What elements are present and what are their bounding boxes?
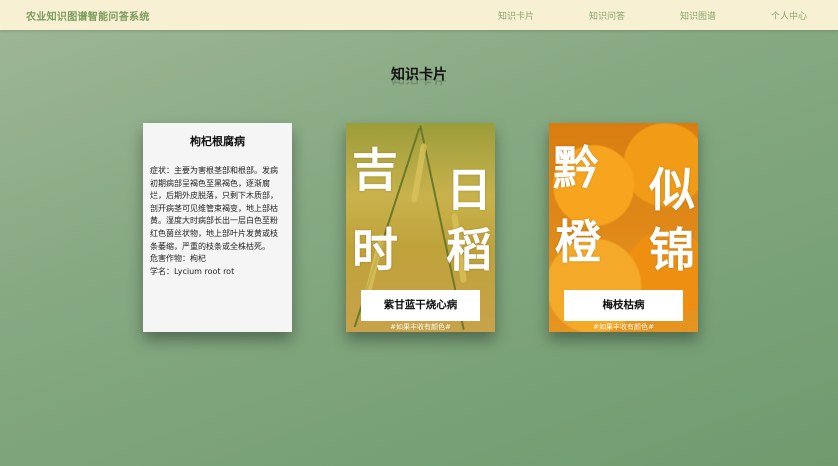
knowledge-card-cabbage-tipburn[interactable]: 吉 日 时 稻 紫甘蓝干烧心病 #如果丰收有颜色#: [346, 123, 495, 332]
card-hashtag: #如果丰收有颜色#: [593, 323, 654, 331]
top-navbar: 农业知识图谱智能问答系统 知识卡片 知识问答 知识图谱 个人中心: [0, 0, 838, 30]
poster-char: 黔: [553, 141, 599, 195]
poster-char: 日: [446, 163, 492, 217]
poster-char: 时: [352, 223, 398, 277]
poster-char: 吉: [352, 143, 398, 197]
app-brand[interactable]: 农业知识图谱智能问答系统: [26, 8, 150, 23]
card-title: 枸杞根腐病: [190, 135, 245, 148]
poster-char: 锦: [649, 223, 695, 277]
rice-grain: [410, 142, 428, 204]
card-title: 梅枝枯病: [564, 290, 683, 321]
nav-knowledge-cards[interactable]: 知识卡片: [498, 9, 534, 22]
page-title-reflection: 知识卡片: [0, 78, 838, 88]
poster-char: 稻: [446, 223, 492, 277]
nav-knowledge-graph[interactable]: 知识图谱: [680, 9, 716, 22]
nav-user-center[interactable]: 个人中心: [771, 9, 807, 22]
card-title: 紫甘蓝干烧心病: [361, 290, 480, 321]
card-hashtag: #如果丰收有颜色#: [390, 323, 451, 331]
card-crop: 危害作物：枸杞: [150, 254, 206, 264]
card-body: 症状：主要为害根茎部和根部。发病初期病部呈褐色至黑褐色，逐渐腐烂，后期外皮脱落，…: [150, 165, 285, 278]
card-symptoms: 症状：主要为害根茎部和根部。发病初期病部呈褐色至黑褐色，逐渐腐烂，后期外皮脱落，…: [150, 166, 278, 251]
knowledge-card-plum-dieback[interactable]: 黔 似 橙 锦 梅枝枯病 #如果丰收有颜色#: [549, 123, 698, 332]
poster-char: 橙: [555, 215, 601, 269]
poster-char: 似: [649, 163, 695, 217]
nav-knowledge-qa[interactable]: 知识问答: [589, 9, 625, 22]
knowledge-card-lycium-root-rot[interactable]: 枸杞根腐病 症状：主要为害根茎部和根部。发病初期病部呈褐色至黑褐色，逐渐腐烂，后…: [143, 123, 292, 332]
card-scientific-name: 学名：Lycium root rot: [150, 266, 235, 276]
